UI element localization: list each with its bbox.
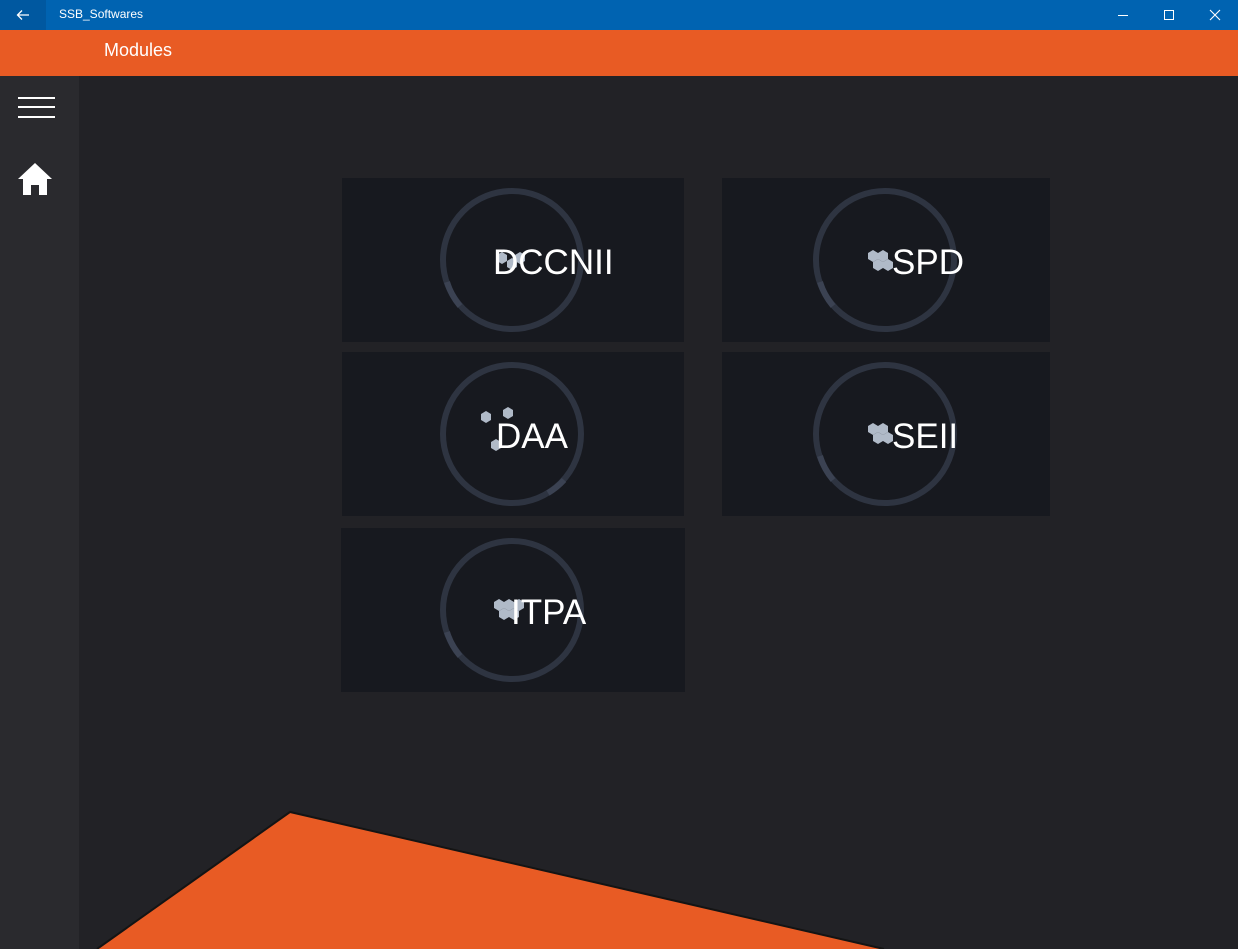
title-bar: SSB_Softwares (0, 0, 1238, 30)
hexagon-cluster-icon (868, 423, 893, 444)
modules-content: DCCNII SPD DAA SEII ITPA (79, 76, 1238, 949)
module-tile-dccnii[interactable]: DCCNII (342, 178, 684, 342)
module-label: DAA (496, 417, 568, 456)
module-tile-itpa[interactable]: ITPA (341, 528, 685, 692)
module-label: SPD (892, 243, 964, 282)
module-tile-spd[interactable]: SPD (722, 178, 1050, 342)
hamburger-menu-icon[interactable] (18, 96, 55, 120)
module-label: ITPA (511, 593, 587, 632)
app-header: Modules (0, 30, 1238, 76)
home-icon[interactable] (17, 162, 53, 196)
close-icon (1209, 9, 1221, 21)
module-label: SEII (892, 417, 959, 456)
hexagon-cluster-icon (868, 250, 893, 271)
page-title: Modules (104, 40, 173, 60)
module-tile-daa[interactable]: DAA (342, 352, 684, 516)
back-button[interactable] (0, 0, 46, 30)
back-arrow-icon (16, 10, 29, 20)
app-title: SSB_Softwares (59, 7, 144, 21)
maximize-button[interactable] (1146, 0, 1192, 30)
minimize-icon (1118, 15, 1128, 16)
module-tile-seii[interactable]: SEII (722, 352, 1050, 516)
close-button[interactable] (1192, 0, 1238, 30)
sidebar (0, 76, 79, 949)
maximize-icon (1164, 10, 1174, 20)
minimize-button[interactable] (1100, 0, 1146, 30)
module-label: DCCNII (493, 243, 614, 282)
